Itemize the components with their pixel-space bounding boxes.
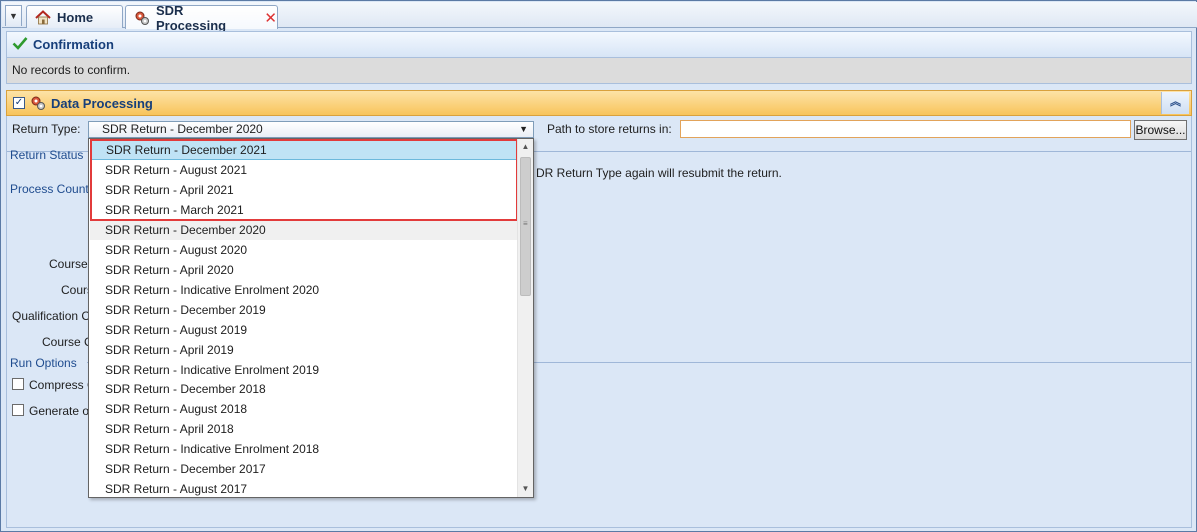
course-label: Course (49, 257, 88, 271)
list-item[interactable]: SDR Return - August 2020 (90, 240, 518, 260)
qualification-label: Qualification C (12, 309, 91, 323)
list-item[interactable]: SDR Return - Indicative Enrolment 2020 (90, 280, 518, 300)
tab-sdr-processing[interactable]: SDR Processing ✕ (125, 3, 278, 33)
tab-list-dropdown-button[interactable]: ▼ (5, 5, 22, 26)
tab-sdr-label: SDR Processing (156, 2, 227, 33)
generate-label: Generate o (29, 404, 90, 418)
return-type-label: Return Type: (12, 122, 81, 136)
close-icon[interactable]: ✕ (264, 9, 277, 27)
data-processing-title: Data Processing (51, 95, 153, 111)
confirmation-message: No records to confirm. (6, 57, 1192, 84)
list-item[interactable]: SDR Return - August 2021 (90, 160, 518, 180)
checkmark-icon (12, 36, 28, 53)
list-item[interactable]: SDR Return - August 2019 (90, 320, 518, 340)
list-item[interactable]: SDR Return - April 2020 (90, 260, 518, 280)
process-count-section-label: Process Count (10, 182, 89, 196)
scroll-up-icon[interactable]: ▲ (518, 139, 533, 155)
tab-home[interactable]: Home (26, 5, 123, 28)
list-item[interactable]: SDR Return - December 2021 (90, 140, 518, 160)
tab-strip: ▼ Home SDR Processing ✕ (2, 2, 1197, 33)
list-item[interactable]: SDR Return - August 2017 (90, 479, 518, 497)
list-item[interactable]: SDR Return - April 2021 (90, 180, 518, 200)
return-status-section-label: Return Status (10, 148, 84, 162)
list-item[interactable]: SDR Return - August 2018 (90, 399, 518, 419)
chevron-down-icon: ▼ (519, 124, 528, 134)
browse-button[interactable]: Browse... (1134, 120, 1187, 140)
application-window: ▼ Home SDR Processing ✕ Confirmation No … (0, 0, 1197, 532)
collapse-panel-button[interactable]: ︽ (1161, 92, 1189, 114)
list-item[interactable]: SDR Return - Indicative Enrolment 2019 (90, 360, 518, 380)
return-type-dropdown-list[interactable]: SDR Return - December 2021 SDR Return - … (88, 138, 534, 498)
compress-label: Compress C (29, 378, 96, 392)
path-input[interactable] (680, 120, 1131, 138)
generate-checkbox[interactable] (12, 404, 24, 416)
return-type-select[interactable]: SDR Return - December 2020 ▼ (88, 121, 534, 138)
list-item[interactable]: SDR Return - April 2019 (90, 340, 518, 360)
list-item[interactable]: SDR Return - December 2018 (90, 379, 518, 399)
path-label: Path to store returns in: (547, 122, 672, 136)
confirmation-title: Confirmation (33, 37, 114, 52)
home-icon (35, 9, 51, 25)
grip-icon: ≡ (523, 219, 528, 228)
data-processing-checkbox[interactable]: ✓ (13, 97, 25, 109)
scrollbar-thumb[interactable]: ≡ (520, 157, 531, 296)
run-options-section-label: Run Options (10, 356, 77, 370)
confirmation-header: Confirmation (6, 31, 1192, 57)
data-processing-header: ✓ Data Processing ︽ (6, 90, 1192, 116)
course-label-3: Course C (42, 335, 93, 349)
scroll-down-icon[interactable]: ▼ (518, 481, 533, 497)
gears-icon (134, 10, 150, 26)
list-item[interactable]: SDR Return - December 2019 (90, 300, 518, 320)
list-item[interactable]: SDR Return - Indicative Enrolment 2018 (90, 439, 518, 459)
return-type-value: SDR Return - December 2020 (102, 122, 263, 136)
tab-home-label: Home (57, 9, 94, 25)
list-item[interactable]: SDR Return - December 2017 (90, 459, 518, 479)
compress-checkbox[interactable] (12, 378, 24, 390)
dropdown-scrollbar[interactable]: ▲ ≡ ▼ (517, 139, 533, 497)
list-item[interactable]: SDR Return - December 2020 (90, 220, 518, 240)
resubmit-note: DR Return Type again will resubmit the r… (536, 166, 782, 180)
gears-icon (30, 95, 46, 111)
list-item[interactable]: SDR Return - March 2021 (90, 200, 518, 220)
list-item[interactable]: SDR Return - April 2018 (90, 419, 518, 439)
